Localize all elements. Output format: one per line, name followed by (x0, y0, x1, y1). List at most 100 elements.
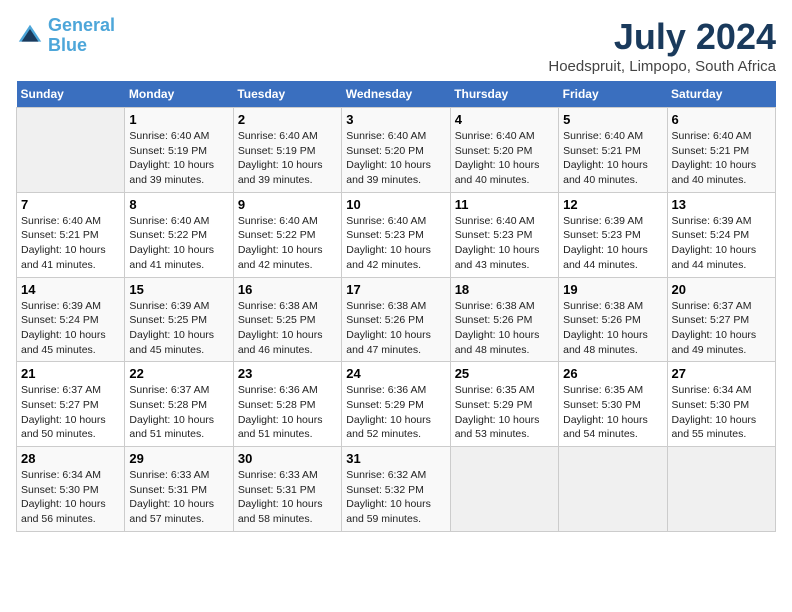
calendar-cell: 20 Sunrise: 6:37 AM Sunset: 5:27 PM Dayli… (667, 277, 775, 362)
day-number: 25 (455, 366, 554, 381)
weekday-tuesday: Tuesday (233, 81, 341, 108)
calendar-body: 1 Sunrise: 6:40 AM Sunset: 5:19 PM Daylig… (17, 108, 776, 532)
calendar-cell: 28Sunrise: 6:34 AM Sunset: 5:30 PM Dayli… (17, 447, 125, 532)
day-details: Sunrise: 6:39 AM Sunset: 5:24 PM Dayligh… (21, 299, 120, 358)
day-details: Sunrise: 6:40 AM Sunset: 5:23 PM Dayligh… (346, 214, 445, 273)
calendar-cell: 3 Sunrise: 6:40 AM Sunset: 5:20 PM Daylig… (342, 108, 450, 193)
page-title: July 2024 (548, 16, 776, 58)
day-details: Sunrise: 6:40 AM Sunset: 5:20 PM Dayligh… (346, 129, 445, 188)
calendar-cell: 1 Sunrise: 6:40 AM Sunset: 5:19 PM Daylig… (125, 108, 233, 193)
calendar-cell: 2 Sunrise: 6:40 AM Sunset: 5:19 PM Daylig… (233, 108, 341, 193)
day-details: Sunrise: 6:40 AM Sunset: 5:19 PM Dayligh… (129, 129, 228, 188)
day-number: 16 (238, 282, 337, 297)
day-details: Sunrise: 6:37 AM Sunset: 5:27 PM Dayligh… (21, 383, 120, 442)
day-number: 10 (346, 197, 445, 212)
day-number: 8 (129, 197, 228, 212)
calendar-cell: 18 Sunrise: 6:38 AM Sunset: 5:26 PM Dayli… (450, 277, 558, 362)
day-number: 17 (346, 282, 445, 297)
day-details: Sunrise: 6:38 AM Sunset: 5:26 PM Dayligh… (455, 299, 554, 358)
calendar-cell: 11Sunrise: 6:40 AM Sunset: 5:23 PM Dayli… (450, 192, 558, 277)
calendar-cell: 7Sunrise: 6:40 AM Sunset: 5:21 PM Daylig… (17, 192, 125, 277)
calendar-cell: 13 Sunrise: 6:39 AM Sunset: 5:24 PM Dayli… (667, 192, 775, 277)
calendar-cell: 16Sunrise: 6:38 AM Sunset: 5:25 PM Dayli… (233, 277, 341, 362)
page-header: General Blue July 2024 Hoedspruit, Limpo… (16, 16, 776, 75)
day-number: 30 (238, 451, 337, 466)
calendar-cell: 17 Sunrise: 6:38 AM Sunset: 5:26 PM Dayli… (342, 277, 450, 362)
calendar-cell: 10 Sunrise: 6:40 AM Sunset: 5:23 PM Dayli… (342, 192, 450, 277)
page-subtitle: Hoedspruit, Limpopo, South Africa (548, 58, 776, 75)
day-details: Sunrise: 6:33 AM Sunset: 5:31 PM Dayligh… (238, 468, 337, 527)
calendar-week-2: 7Sunrise: 6:40 AM Sunset: 5:21 PM Daylig… (17, 192, 776, 277)
day-details: Sunrise: 6:38 AM Sunset: 5:26 PM Dayligh… (346, 299, 445, 358)
calendar-cell: 26 Sunrise: 6:35 AM Sunset: 5:30 PM Dayli… (559, 362, 667, 447)
calendar-cell: 25 Sunrise: 6:35 AM Sunset: 5:29 PM Dayli… (450, 362, 558, 447)
logo: General Blue (16, 16, 115, 56)
day-number: 13 (672, 197, 771, 212)
weekday-sunday: Sunday (17, 81, 125, 108)
day-number: 20 (672, 282, 771, 297)
day-number: 7 (21, 197, 120, 212)
calendar-cell: 12 Sunrise: 6:39 AM Sunset: 5:23 PM Dayli… (559, 192, 667, 277)
day-number: 22 (129, 366, 228, 381)
calendar-cell (450, 447, 558, 532)
day-details: Sunrise: 6:32 AM Sunset: 5:32 PM Dayligh… (346, 468, 445, 527)
calendar-table: SundayMondayTuesdayWednesdayThursdayFrid… (16, 81, 776, 532)
day-details: Sunrise: 6:40 AM Sunset: 5:20 PM Dayligh… (455, 129, 554, 188)
calendar-cell: 14Sunrise: 6:39 AM Sunset: 5:24 PM Dayli… (17, 277, 125, 362)
title-block: July 2024 Hoedspruit, Limpopo, South Afr… (548, 16, 776, 75)
day-details: Sunrise: 6:40 AM Sunset: 5:22 PM Dayligh… (238, 214, 337, 273)
weekday-wednesday: Wednesday (342, 81, 450, 108)
day-number: 15 (129, 282, 228, 297)
day-number: 2 (238, 112, 337, 127)
day-number: 12 (563, 197, 662, 212)
day-details: Sunrise: 6:35 AM Sunset: 5:29 PM Dayligh… (455, 383, 554, 442)
day-details: Sunrise: 6:39 AM Sunset: 5:23 PM Dayligh… (563, 214, 662, 273)
calendar-week-3: 14Sunrise: 6:39 AM Sunset: 5:24 PM Dayli… (17, 277, 776, 362)
day-details: Sunrise: 6:39 AM Sunset: 5:25 PM Dayligh… (129, 299, 228, 358)
calendar-cell (17, 108, 125, 193)
day-details: Sunrise: 6:40 AM Sunset: 5:22 PM Dayligh… (129, 214, 228, 273)
day-details: Sunrise: 6:40 AM Sunset: 5:19 PM Dayligh… (238, 129, 337, 188)
day-number: 5 (563, 112, 662, 127)
day-details: Sunrise: 6:34 AM Sunset: 5:30 PM Dayligh… (672, 383, 771, 442)
day-details: Sunrise: 6:35 AM Sunset: 5:30 PM Dayligh… (563, 383, 662, 442)
logo-line2: Blue (48, 35, 87, 55)
day-number: 26 (563, 366, 662, 381)
day-number: 3 (346, 112, 445, 127)
day-number: 4 (455, 112, 554, 127)
day-details: Sunrise: 6:36 AM Sunset: 5:29 PM Dayligh… (346, 383, 445, 442)
calendar-cell (667, 447, 775, 532)
day-details: Sunrise: 6:38 AM Sunset: 5:26 PM Dayligh… (563, 299, 662, 358)
calendar-cell: 29 Sunrise: 6:33 AM Sunset: 5:31 PM Dayli… (125, 447, 233, 532)
weekday-saturday: Saturday (667, 81, 775, 108)
calendar-cell: 15 Sunrise: 6:39 AM Sunset: 5:25 PM Dayli… (125, 277, 233, 362)
day-details: Sunrise: 6:33 AM Sunset: 5:31 PM Dayligh… (129, 468, 228, 527)
calendar-cell: 21 Sunrise: 6:37 AM Sunset: 5:27 PM Dayli… (17, 362, 125, 447)
day-number: 18 (455, 282, 554, 297)
calendar-cell: 24Sunrise: 6:36 AM Sunset: 5:29 PM Dayli… (342, 362, 450, 447)
calendar-cell: 27Sunrise: 6:34 AM Sunset: 5:30 PM Dayli… (667, 362, 775, 447)
day-details: Sunrise: 6:37 AM Sunset: 5:27 PM Dayligh… (672, 299, 771, 358)
day-number: 1 (129, 112, 228, 127)
day-number: 29 (129, 451, 228, 466)
day-number: 23 (238, 366, 337, 381)
calendar-cell: 6Sunrise: 6:40 AM Sunset: 5:21 PM Daylig… (667, 108, 775, 193)
day-number: 19 (563, 282, 662, 297)
calendar-cell: 23Sunrise: 6:36 AM Sunset: 5:28 PM Dayli… (233, 362, 341, 447)
calendar-cell: 4 Sunrise: 6:40 AM Sunset: 5:20 PM Daylig… (450, 108, 558, 193)
calendar-cell: 19 Sunrise: 6:38 AM Sunset: 5:26 PM Dayli… (559, 277, 667, 362)
day-number: 28 (21, 451, 120, 466)
day-number: 9 (238, 197, 337, 212)
day-details: Sunrise: 6:40 AM Sunset: 5:21 PM Dayligh… (672, 129, 771, 188)
calendar-week-4: 21 Sunrise: 6:37 AM Sunset: 5:27 PM Dayli… (17, 362, 776, 447)
day-details: Sunrise: 6:39 AM Sunset: 5:24 PM Dayligh… (672, 214, 771, 273)
logo-line1: General (48, 15, 115, 35)
day-number: 21 (21, 366, 120, 381)
calendar-cell: 30 Sunrise: 6:33 AM Sunset: 5:31 PM Dayli… (233, 447, 341, 532)
calendar-cell: 22Sunrise: 6:37 AM Sunset: 5:28 PM Dayli… (125, 362, 233, 447)
weekday-thursday: Thursday (450, 81, 558, 108)
day-number: 31 (346, 451, 445, 466)
calendar-cell: 8 Sunrise: 6:40 AM Sunset: 5:22 PM Daylig… (125, 192, 233, 277)
calendar-cell: 9 Sunrise: 6:40 AM Sunset: 5:22 PM Daylig… (233, 192, 341, 277)
day-number: 11 (455, 197, 554, 212)
